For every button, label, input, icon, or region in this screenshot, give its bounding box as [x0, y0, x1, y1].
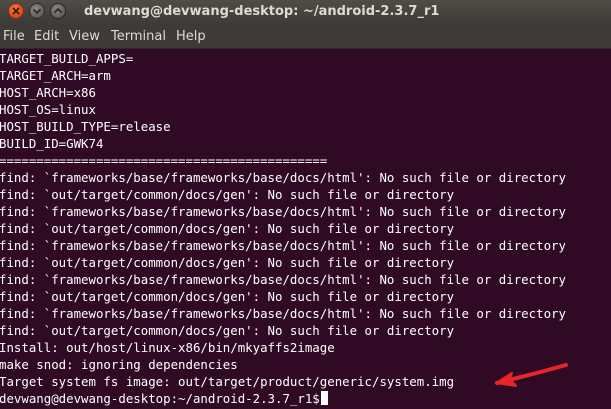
red-arrow-annotation: [495, 363, 568, 387]
terminal-window: devwang@devwang-desktop: ~/android-2.3.7…: [0, 0, 611, 409]
